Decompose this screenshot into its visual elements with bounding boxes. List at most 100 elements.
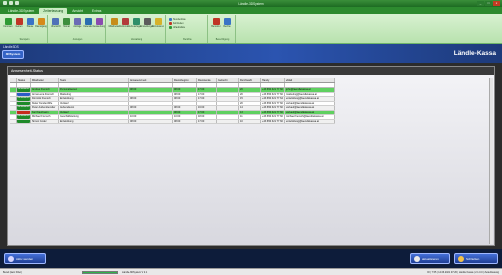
status-badge: Anwesend xyxy=(17,101,30,105)
filter-cell[interactable] xyxy=(129,83,173,87)
row-selector[interactable] xyxy=(10,97,17,101)
row-selector[interactable] xyxy=(10,92,17,96)
column-header[interactable]: Dienstende xyxy=(197,78,217,82)
status-text: Bereit (kein Filter) xyxy=(3,270,22,274)
report-icon xyxy=(169,18,172,21)
ribbon-group-berichte: Stundenliste Fehlzeiten Urlaubsliste Berich… xyxy=(168,15,208,43)
column-header[interactable]: Status xyxy=(17,78,31,82)
cell-handy: +43 650 321 77 60 xyxy=(261,101,285,105)
cell-email: verkauf@laendlekassa.at xyxy=(285,110,335,114)
filter-cell[interactable] xyxy=(173,83,197,87)
filter-cell[interactable] xyxy=(10,83,17,87)
ribbon-button-übersicht[interactable]: Übersicht xyxy=(51,16,61,36)
ribbon-button-gehen[interactable]: Gehen xyxy=(14,16,24,36)
filter-cell[interactable] xyxy=(197,83,217,87)
maximize-button[interactable]: □ xyxy=(485,1,492,6)
activate-button[interactable]: Aktiv werden xyxy=(4,253,46,264)
refresh-button[interactable]: aktualisieren xyxy=(410,253,450,264)
close-button[interactable]: Schließen xyxy=(454,253,498,264)
column-header[interactable]: Team xyxy=(59,78,129,82)
ribbon-button-kalender[interactable]: Kalender xyxy=(83,16,93,36)
column-header[interactable]: Gebucht xyxy=(217,78,239,82)
column-header[interactable]: Handy xyxy=(261,78,285,82)
cell-name: Dominik Frensch xyxy=(31,97,59,101)
cell-email: michael.frensch@laendlekassa.at xyxy=(285,115,335,119)
column-header[interactable]: Mitarbeiter xyxy=(31,78,59,82)
status-info: DI | 7.55 | 14.06.2021 07:26 | Ländle Ka… xyxy=(427,270,499,274)
row-selector[interactable] xyxy=(10,101,17,105)
cell-handy: +43 650 321 77 60 xyxy=(261,88,285,92)
ribbon-button-rechte[interactable]: Rechte xyxy=(222,16,232,36)
window-titlebar: Ländle-3DSystem _ □ x xyxy=(0,0,502,7)
refresh-icon xyxy=(414,255,420,262)
row-selector[interactable] xyxy=(10,110,17,114)
filter-cell[interactable] xyxy=(285,83,335,87)
ribbon-button-korrekturen[interactable]: Korrekturen xyxy=(152,16,164,36)
exit-icon xyxy=(458,255,464,262)
table-row[interactable]: Anwesend Simon Coder Entwicklung 08:00 08:00… xyxy=(10,119,335,124)
ribbon-button-kommen[interactable]: Kommen xyxy=(3,16,13,36)
ribbon-group-buttons: Benutzer Rechte xyxy=(210,15,235,37)
row-selector[interactable] xyxy=(10,119,17,123)
cell-name: Simon Coder xyxy=(31,119,59,123)
row-selector[interactable] xyxy=(10,115,17,119)
ribbon-item-fehlzeiten[interactable]: Fehlzeiten xyxy=(169,22,186,25)
report-icon xyxy=(169,26,172,29)
status-badge: Anwesend xyxy=(17,119,30,123)
ribbon-button-auswertung[interactable]: Auswertung xyxy=(93,16,105,36)
ribbon-button-anträge[interactable]: Anträge xyxy=(73,16,83,36)
filter-cell[interactable] xyxy=(261,83,285,87)
ribbon-button-zeitmodelle[interactable]: Zeitmodelle xyxy=(119,16,131,36)
cell-name: Kieler Kundenhilfe xyxy=(31,101,59,105)
ribbon-button-monat[interactable]: Monat xyxy=(62,16,72,36)
cell-durchwahl: 20 xyxy=(239,92,261,96)
row-selector[interactable] xyxy=(10,106,17,110)
ribbon-button-label: Rechte xyxy=(223,26,231,28)
cell-beginn: 08:00 xyxy=(173,110,197,114)
arrow-out-icon xyxy=(15,18,23,25)
ribbon-button-label: Kalender xyxy=(83,26,93,28)
progress-bar xyxy=(82,270,118,274)
cell-durchwahl: 13 xyxy=(239,110,261,114)
filter-cell[interactable] xyxy=(31,83,59,87)
minimize-button[interactable]: _ xyxy=(477,1,484,6)
column-header[interactable]: Dienstbeginn xyxy=(173,78,197,82)
cell-handy: +43 650 321 77 60 xyxy=(261,115,285,119)
filter-cell[interactable] xyxy=(59,83,129,87)
column-header[interactable]: Durchwahl xyxy=(239,78,261,82)
filter-cell[interactable] xyxy=(239,83,261,87)
column-header[interactable]: eMail xyxy=(285,78,335,82)
close-window-button[interactable]: x xyxy=(493,1,500,6)
ribbon-button-benutzer[interactable]: Benutzer xyxy=(211,16,221,36)
cell-beginn: 08:00 xyxy=(173,106,197,110)
close-button-label: Schließen xyxy=(466,256,480,261)
ribbon-item-stundenliste[interactable]: Stundenliste xyxy=(169,18,186,21)
filter-cell[interactable] xyxy=(217,83,239,87)
ribbon-button-pause[interactable]: Pause xyxy=(25,16,35,36)
ribbon-button-mitarbeiter[interactable]: Mitarbeiter xyxy=(109,16,119,36)
document-icon xyxy=(73,18,81,25)
cell-name: Anna-Lena Frensch xyxy=(31,92,59,96)
status-cell: Anwesend xyxy=(17,115,31,119)
app-logo[interactable]: 3DSystem xyxy=(2,50,24,59)
cell-seit: 08:00 xyxy=(129,97,173,101)
cell-seit: 08:00 xyxy=(129,88,173,92)
users-icon xyxy=(110,18,118,25)
window-controls: _ □ x xyxy=(477,1,500,6)
column-header[interactable] xyxy=(10,78,17,82)
ribbon-item-label: Fehlzeiten xyxy=(173,22,184,25)
ribbon-button-label: Übersicht xyxy=(51,26,61,28)
filter-cell[interactable] xyxy=(17,83,31,87)
cell-handy: +43 650 321 77 60 xyxy=(261,119,285,123)
status-cell: Anwesend xyxy=(17,119,31,123)
ribbon-button-einstellungen[interactable]: Einstellungen xyxy=(140,16,154,36)
cell-email: entwicklung@laendlekassa.at xyxy=(285,97,335,101)
ribbon: Kommen Gehen Pause Dienstgang Stempeln Übersi… xyxy=(0,14,502,44)
column-header[interactable]: Anwesend seit xyxy=(129,78,173,82)
vertical-scrollbar[interactable] xyxy=(489,78,493,244)
activate-button-label: Aktiv werden xyxy=(16,256,34,261)
ribbon-item-urlaubsliste[interactable]: Urlaubsliste xyxy=(169,26,186,29)
ribbon-button-dienstgang[interactable]: Dienstgang xyxy=(35,16,47,36)
row-selector[interactable] xyxy=(10,88,17,92)
status-cell: Anwesend xyxy=(17,88,31,92)
